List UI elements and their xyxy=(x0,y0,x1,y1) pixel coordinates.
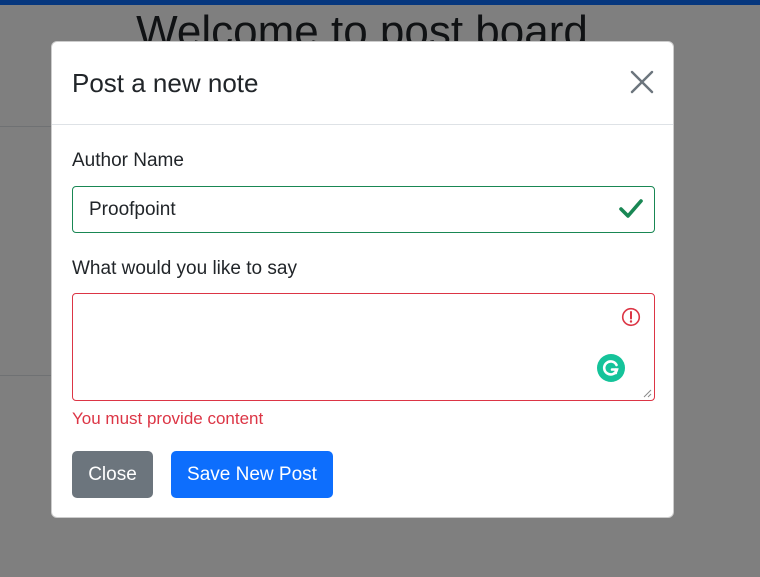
save-new-post-button[interactable]: Save New Post xyxy=(171,451,333,498)
post-modal: Post a new note Author Name What would y… xyxy=(51,41,674,518)
content-label: What would you like to say xyxy=(72,258,297,279)
content-textarea[interactable] xyxy=(72,293,655,401)
author-name-label: Author Name xyxy=(72,150,184,171)
close-button[interactable]: Close xyxy=(72,451,153,498)
content-error-message: You must provide content xyxy=(72,409,264,428)
grammarly-icon[interactable] xyxy=(597,354,625,382)
close-icon[interactable] xyxy=(629,69,655,95)
resize-grip-icon[interactable] xyxy=(642,388,652,398)
author-name-input[interactable] xyxy=(72,186,655,233)
exclamation-circle-icon xyxy=(621,307,641,327)
modal-header: Post a new note xyxy=(52,42,673,125)
checkmark-icon xyxy=(619,199,643,218)
modal-title: Post a new note xyxy=(72,68,259,98)
